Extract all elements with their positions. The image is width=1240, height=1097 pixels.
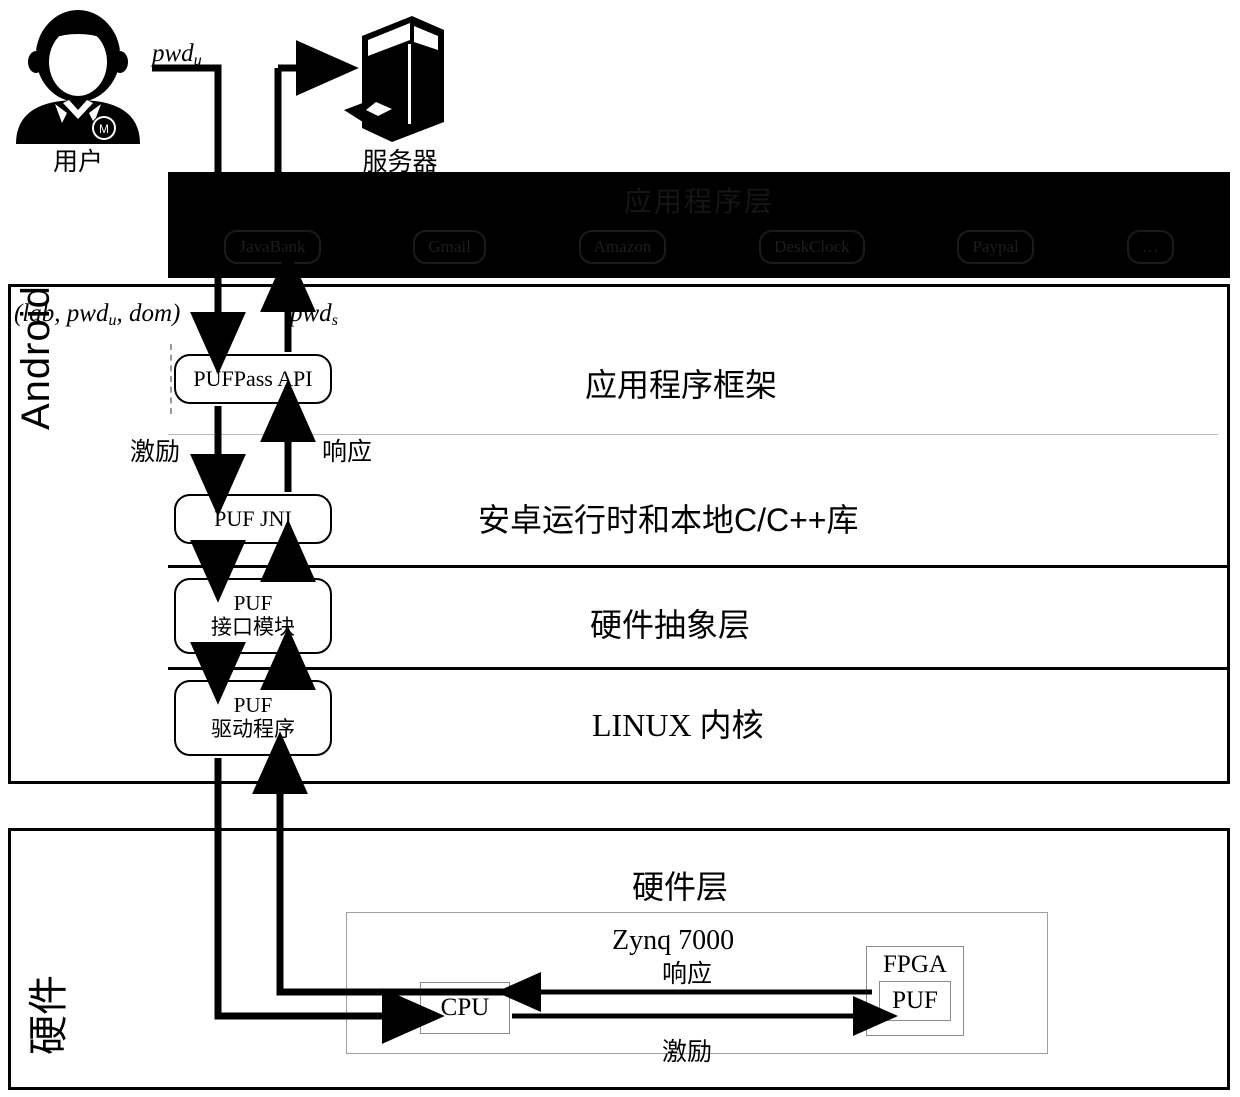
server-tower-icon — [340, 10, 460, 145]
pwd-server-sub: s — [331, 312, 338, 329]
pwd-user-sub: u — [193, 52, 202, 69]
app-chip[interactable]: Amazon — [578, 230, 667, 264]
app-chip[interactable]: Paypal — [957, 230, 1034, 264]
box-puf-driver[interactable]: PUF 驱动程序 — [174, 680, 332, 756]
box-puf-jni[interactable]: PUF JNI — [174, 494, 332, 544]
layer-caption-runtime: 安卓运行时和本地C/C++库 — [478, 502, 859, 538]
zynq-chip-label: Zynq 7000 — [612, 925, 735, 956]
challenge-label-hardware: 激励 — [662, 1038, 713, 1066]
puf-block: PUF — [879, 981, 951, 1021]
separator-hal-bottom — [168, 667, 1228, 670]
separator-hal-top — [168, 565, 1228, 568]
box-puf-jni-line1: PUF JNI — [214, 505, 292, 531]
user-label: 用户 — [52, 148, 103, 176]
wire-user-to-appbar — [152, 64, 222, 172]
application-layer-bar: 应用程序层 JavaBank Gmail Amazon DeskClock Pa… — [168, 172, 1230, 278]
response-label-android: 响应 — [322, 438, 373, 466]
layer-caption-hal: 硬件抽象层 — [590, 607, 751, 643]
application-layer-title: 应用程序层 — [623, 186, 774, 217]
pwd-server-label: pwds — [290, 300, 338, 330]
fpga-label: FPGA — [883, 951, 947, 978]
input-tuple-tail: , dom) — [116, 300, 181, 327]
box-pufpass-api-line1: PUFPass API — [193, 365, 313, 391]
box-puf-interface-line2: 接口模块 — [211, 616, 295, 639]
app-chip[interactable]: JavaBank — [224, 230, 321, 264]
challenge-label-android: 激励 — [130, 438, 181, 466]
layer-caption-kernel: LINUX 内核 — [592, 707, 764, 743]
box-puf-interface-module[interactable]: PUF 接口模块 — [174, 578, 332, 654]
input-tuple-label: (lab, pwdu, dom) — [14, 300, 180, 330]
cpu-box[interactable]: CPU — [420, 982, 510, 1034]
hardware-layer-caption: 硬件层 — [632, 869, 729, 905]
pwd-user-base: pwd — [152, 40, 194, 67]
app-chip[interactable]: Gmail — [413, 230, 486, 264]
response-label-hardware: 响应 — [662, 960, 713, 988]
svg-text:M: M — [99, 122, 109, 136]
input-tuple-head: (lab, pwd — [14, 300, 109, 327]
user-avatar-icon: M — [8, 4, 148, 144]
pwd-server-base: pwd — [290, 300, 332, 327]
box-puf-driver-line2: 驱动程序 — [211, 718, 295, 741]
app-chip[interactable]: DeskClock — [759, 230, 865, 264]
box-puf-interface-line1: PUF — [233, 591, 273, 616]
hardware-side-label: 硬件 — [27, 975, 71, 1055]
fpga-box[interactable]: FPGA PUF — [866, 946, 964, 1036]
layer-caption-framework: 应用程序框架 — [585, 367, 778, 403]
box-puf-driver-line1: PUF — [233, 693, 273, 718]
box-pufpass-api[interactable]: PUFPass API — [174, 354, 332, 404]
application-list: JavaBank Gmail Amazon DeskClock Paypal … — [168, 224, 1230, 270]
pwd-user-label: pwdu — [152, 40, 202, 70]
app-chip[interactable]: … — [1126, 230, 1174, 264]
diagram-canvas: M 用户 服务器 pwdu 应用程序层 JavaBank Gmail Amazo… — [0, 0, 1240, 1097]
